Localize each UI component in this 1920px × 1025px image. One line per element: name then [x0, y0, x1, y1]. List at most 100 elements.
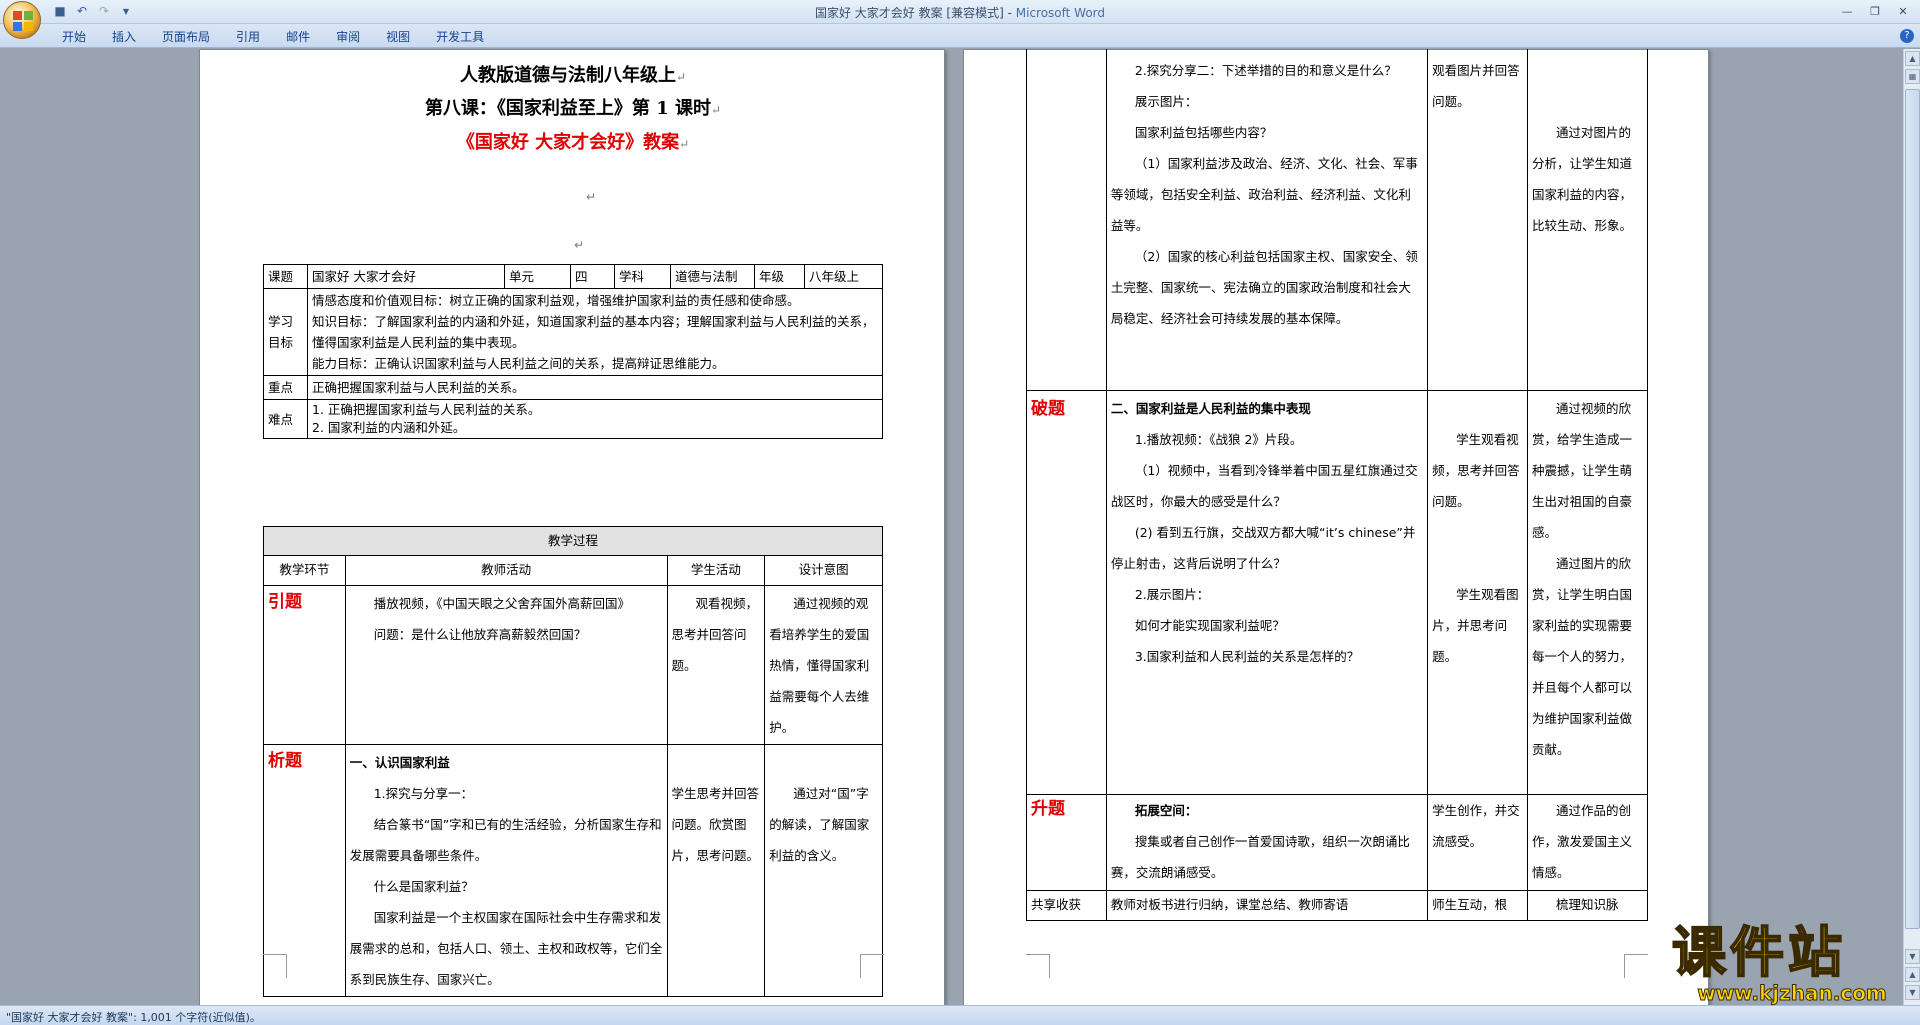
header-stage: 教学环节	[263, 555, 346, 586]
cont-teacher-4: （1）国家利益涉及政治、经济、文化、社会、军事等领域，包括安全利益、政治利益、经…	[1110, 156, 1418, 233]
shengti-intent: 通过作品的创作，激发爱国主义情感。	[1532, 803, 1633, 880]
cont-teacher-2: 展示图片：	[1134, 94, 1198, 109]
crop-mark	[860, 954, 884, 978]
teacher-cell: 二、国家利益是人民利益的集中表现 1.播放视频：《战狼 2》片段。 （1）视频中…	[1105, 390, 1429, 795]
xiti-intent: 通过对“国”字的解读，了解国家利益的含义。	[769, 786, 870, 863]
poti-student-2: 学生观看图片，并思考问题。	[1432, 587, 1519, 664]
scrollbar-thumb[interactable]	[1905, 89, 1920, 929]
doc-title-3: 《国家好 大家才会好》教案↵	[456, 132, 690, 153]
teacher-cell: 播放视频，《中国天眼之父舍弃国外高薪回国》 问题：是什么让他放弃高薪毅然回国？	[344, 585, 668, 745]
doc-title-3-text: 《国家好 大家才会好》教案	[456, 132, 680, 153]
office-button[interactable]	[3, 1, 41, 39]
xiti-teacher-2: 结合篆书“国”字和已有的生活经验，分析国家生存和发展需要具备哪些条件。	[349, 817, 662, 863]
header-student: 学生活动	[666, 555, 766, 586]
difficulty-1: 1. 正确把握国家利益与人民利益的关系。	[312, 402, 541, 417]
word-count-status[interactable]: "国家好 大家才会好 教案": 1,001 个字符(近似值)。	[6, 1009, 261, 1025]
difficulty-label: 难点	[263, 399, 308, 439]
crop-mark	[1026, 954, 1050, 978]
xiti-teacher-3: 什么是国家利益？	[373, 879, 474, 894]
xiti-teacher-1: 1.探究与分享一：	[373, 786, 474, 801]
goal-ability: 能力目标：正确认识国家利益与人民利益之间的关系，提高辩证思维能力。	[312, 356, 725, 371]
ribbon: 开始 插入 页面布局 引用 邮件 审阅 视图 开发工具 ?	[0, 24, 1920, 48]
header-teacher: 教师活动	[344, 555, 668, 586]
teacher-cell: 一、认识国家利益 1.探究与分享一： 结合篆书“国”字和已有的生活经验，分析国家…	[344, 744, 668, 997]
key-point-label: 重点	[263, 375, 308, 400]
table-row: 重点 正确把握国家利益与人民利益的关系。	[263, 375, 883, 400]
teacher-cell: 拓展空间： 搜集或者自己创作一首爱国诗歌，组织一次朗诵比赛，交流朗诵感受。	[1105, 794, 1429, 891]
help-icon[interactable]: ?	[1900, 29, 1914, 43]
key-point-value: 正确把握国家利益与人民利益的关系。	[307, 375, 883, 400]
tab-insert[interactable]: 插入	[100, 28, 150, 46]
scroll-up-icon[interactable]: ▲	[1905, 51, 1920, 66]
header-intent: 设计意图	[764, 555, 883, 586]
tab-view[interactable]: 视图	[374, 28, 424, 46]
stage-xiti: 析题	[268, 751, 302, 771]
tab-page-layout[interactable]: 页面布局	[150, 28, 224, 46]
intent-cell: 通过作品的创作，激发爱国主义情感。	[1527, 794, 1648, 891]
stage-cell: 破题	[1026, 390, 1107, 795]
cont-teacher-1: 2.探究分享二：下述举措的目的和意义是什么？	[1134, 63, 1397, 78]
lesson-info-table: 课题 国家好 大家才会好 单元 四 学科 道德与法制 年级 八年级上 学习目标 …	[263, 264, 883, 439]
title-bar: ■ ↶ ↷ ▼ 国家好 大家才会好 教案 [兼容模式] - Microsoft …	[0, 0, 1920, 39]
shengti-student: 学生创作，并交流感受。	[1432, 803, 1520, 849]
doc-title-2-text: 第八课：《国家利益至上》第 1 课时	[424, 98, 711, 119]
goal-knowledge: 知识目标：了解国家利益的内涵和外延，知道国家利益的基本内容；理解国家利益与人民利…	[312, 314, 875, 350]
tab-review[interactable]: 审阅	[324, 28, 374, 46]
poti-teacher-1: 1.播放视频：《战狼 2》片段。	[1134, 432, 1303, 447]
table-row: 升题 拓展空间： 搜集或者自己创作一首爱国诗歌，组织一次朗诵比赛，交流朗诵感受。…	[1026, 794, 1648, 891]
restore-icon[interactable]: ❐	[1862, 2, 1888, 20]
yinti-intent: 通过视频的观看培养学生的爱国热情，懂得国家利益需要每个人去维护。	[769, 596, 870, 735]
tab-references[interactable]: 引用	[224, 28, 274, 46]
share-intent: 梳理知识脉	[1527, 890, 1648, 921]
doc-title-1-text: 人教版道德与法制八年级上	[459, 65, 676, 86]
student-cell: 学生观看视频，思考并回答问题。 学生观看图片，并思考问题。	[1427, 390, 1529, 795]
tab-developer[interactable]: 开发工具	[424, 28, 498, 46]
ruler-toggle-icon[interactable]: ▦	[1905, 69, 1920, 84]
table-row: 引题 播放视频，《中国天眼之父舍弃国外高薪回国》 问题：是什么让他放弃高薪毅然回…	[263, 585, 883, 745]
intent-cell: 通过视频的观看培养学生的爱国热情，懂得国家利益需要每个人去维护。	[764, 585, 883, 745]
stage-cell	[1026, 49, 1107, 391]
doc-title-1: 人教版道德与法制八年级上↵	[459, 65, 687, 86]
office-logo-icon	[13, 11, 33, 31]
poti-intent-1: 通过视频的欣赏，给学生造成一种震撼，让学生萌生出对祖国的自豪感。	[1532, 401, 1633, 540]
poti-teacher-5: 如何才能实现国家利益呢？	[1134, 618, 1285, 633]
table-row: 课题 国家好 大家才会好 单元 四 学科 道德与法制 年级 八年级上	[263, 264, 883, 289]
poti-student-1: 学生观看视频，思考并回答问题。	[1432, 432, 1520, 509]
table-row: 析题 一、认识国家利益 1.探究与分享一： 结合篆书“国”字和已有的生活经验，分…	[263, 744, 883, 997]
unit-label: 单元	[504, 264, 571, 289]
cont-intent: 通过对图片的分析，让学生知道国家利益的内容，比较生动、形象。	[1532, 125, 1633, 233]
teaching-process-table-cont: 2.探究分享二：下述举措的目的和意义是什么？ 展示图片： 国家利益包括哪些内容？…	[1026, 49, 1648, 921]
minimize-icon[interactable]: —	[1834, 2, 1860, 20]
table-row: 教学环节 教师活动 学生活动 设计意图	[263, 555, 883, 586]
table-row: 破题 二、国家利益是人民利益的集中表现 1.播放视频：《战狼 2》片段。 （1）…	[1026, 390, 1648, 795]
student-cell: 学生思考并回答问题。欣赏图片，思考问题。	[666, 744, 766, 997]
difficulty-2: 2. 国家利益的内涵和外延。	[312, 420, 466, 435]
grade-label: 年级	[754, 264, 805, 289]
site-watermark: 课件站 www.kjzhan.com	[1671, 924, 1912, 1006]
teaching-process-table: 教学过程 教学环节 教师活动 学生活动 设计意图 引题 播放视频，《中国天眼之父…	[263, 526, 883, 997]
tab-home[interactable]: 开始	[50, 28, 100, 46]
cont-student: 观看图片并回答问题。	[1432, 63, 1520, 109]
topic-value: 国家好 大家才会好	[307, 264, 505, 289]
poti-teacher-2: （1）视频中，当看到冷锋举着中国五星红旗通过交战区时，你最大的感受是什么？	[1110, 463, 1418, 509]
status-bar: "国家好 大家才会好 教案": 1,001 个字符(近似值)。	[0, 1005, 1920, 1025]
crop-mark	[263, 954, 287, 978]
document-workspace: 人教版道德与法制八年级上↵ 第八课：《国家利益至上》第 1 课时↵ 《国家好 大…	[0, 49, 1900, 1005]
close-icon[interactable]: ✕	[1890, 2, 1916, 20]
document-title: 国家好 大家才会好 教案 [兼容模式] -	[814, 6, 1016, 20]
page-2: 2.探究分享二：下述举措的目的和意义是什么？ 展示图片： 国家利益包括哪些内容？…	[963, 49, 1709, 1005]
yinti-student: 观看视频，思考并回答问题。	[671, 596, 759, 673]
difficulty-cell: 1. 正确把握国家利益与人民利益的关系。 2. 国家利益的内涵和外延。	[307, 399, 883, 439]
xiti-student: 学生思考并回答问题。欣赏图片，思考问题。	[671, 786, 760, 863]
page-1: 人教版道德与法制八年级上↵ 第八课：《国家利益至上》第 1 课时↵ 《国家好 大…	[199, 49, 945, 1005]
vertical-scrollbar[interactable]: ▲ ▦ ▼ ▲ ▼	[1903, 49, 1920, 1005]
poti-intent-2: 通过图片的欣赏，让学生明白国家利益的实现需要每一个人的努力，并且每个人都可以为维…	[1532, 556, 1633, 757]
unit-value: 四	[570, 264, 615, 289]
tab-mailings[interactable]: 邮件	[274, 28, 324, 46]
poti-teacher-6: 3.国家利益和人民利益的关系是怎样的？	[1134, 649, 1360, 664]
intent-cell: 通过对图片的分析，让学生知道国家利益的内容，比较生动、形象。	[1527, 49, 1648, 391]
stage-share: 共享收获	[1026, 890, 1107, 921]
subject-value: 道德与法制	[670, 264, 755, 289]
share-student: 师生互动，根	[1427, 890, 1529, 921]
stage-poti: 破题	[1031, 399, 1065, 419]
